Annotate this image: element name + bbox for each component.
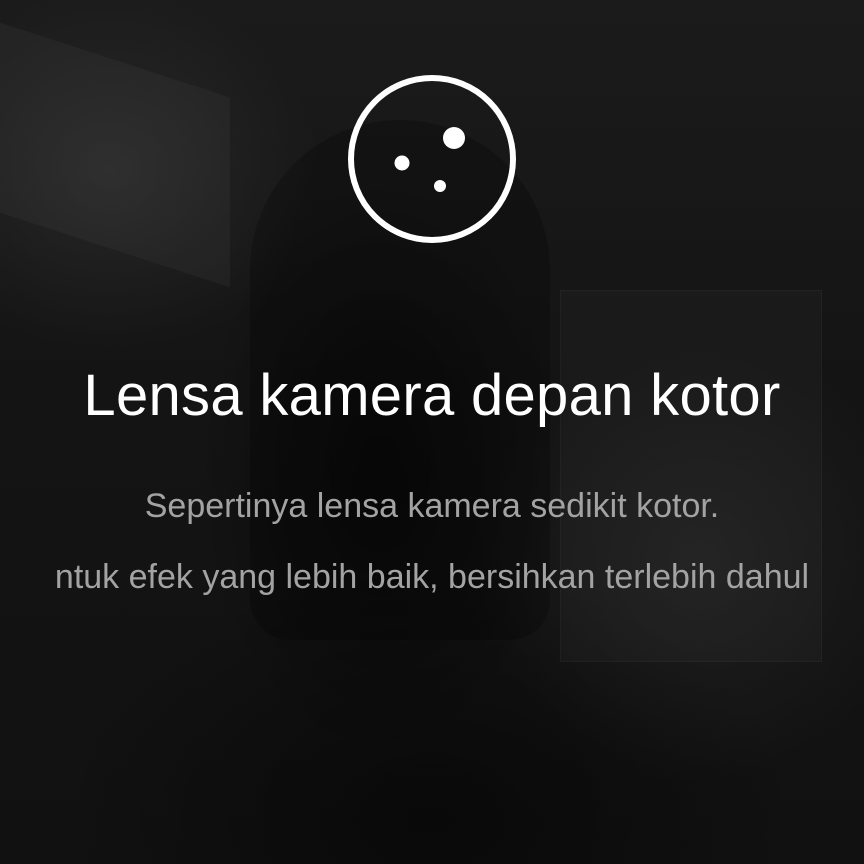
dialog-message-line-2: ntuk efek yang lebih baik, bersihkan ter… — [54, 558, 810, 596]
camera-screen: Lensa kamera depan kotor Sepertinya lens… — [0, 0, 864, 864]
dialog-message-line-1: Sepertinya lensa kamera sedikit kotor. — [144, 487, 720, 525]
message-area: Sepertinya lensa kamera sedikit kotor. n… — [0, 0, 864, 864]
